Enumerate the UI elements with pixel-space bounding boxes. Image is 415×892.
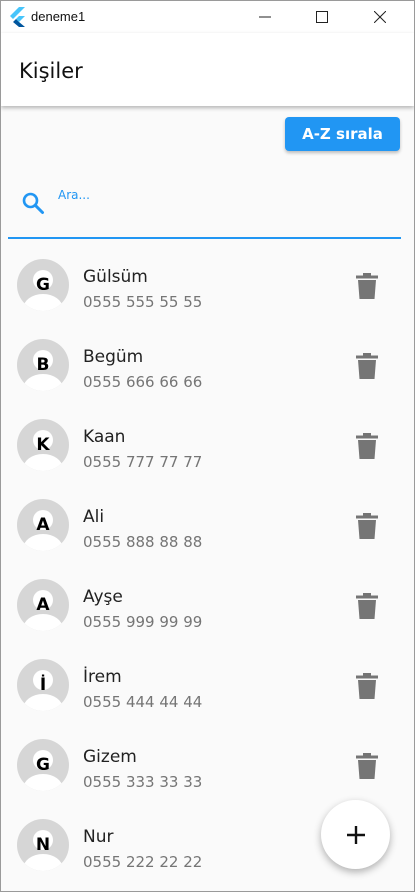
- contact-name: Ayşe: [83, 587, 123, 607]
- avatar-initial: K: [36, 435, 50, 455]
- contact-phone: 0555 333 33 33: [83, 773, 203, 791]
- minimize-icon: [259, 16, 271, 18]
- contact-name: İrem: [83, 667, 122, 687]
- page-title: Kişiler: [19, 59, 83, 83]
- window-title: deneme1: [31, 9, 86, 24]
- contact-phone: 0555 555 55 55: [83, 293, 203, 311]
- avatar-initial: G: [36, 755, 50, 775]
- contact-phone: 0555 777 77 77: [83, 453, 203, 471]
- app-bar: Kişiler: [1, 33, 414, 106]
- contact-name: Begüm: [83, 347, 144, 367]
- search-icon: [22, 192, 44, 214]
- minimize-button[interactable]: [242, 1, 288, 33]
- app-window: deneme1 Kişiler A-Z sırala Ara... G Güls…: [0, 0, 415, 892]
- avatar-initial: N: [35, 835, 51, 855]
- contact-phone: 0555 666 66 66: [83, 373, 203, 391]
- search-field[interactable]: [8, 171, 401, 239]
- list-item[interactable]: G Gülsüm 0555 555 55 55: [1, 253, 414, 333]
- list-item[interactable]: A Ayşe 0555 999 99 99: [1, 573, 414, 653]
- list-item[interactable]: İ İrem 0555 444 44 44: [1, 653, 414, 733]
- avatar: İ: [17, 659, 69, 711]
- contact-name: Kaan: [83, 427, 126, 447]
- search-input[interactable]: [56, 179, 390, 211]
- avatar: N: [17, 819, 69, 871]
- avatar-initial: A: [36, 595, 50, 615]
- avatar-initial: G: [36, 275, 50, 295]
- list-item[interactable]: A Ali 0555 888 88 88: [1, 493, 414, 573]
- delete-icon[interactable]: [355, 753, 379, 779]
- sort-az-button[interactable]: A-Z sırala: [285, 117, 400, 151]
- delete-icon[interactable]: [355, 433, 379, 459]
- delete-icon[interactable]: [355, 513, 379, 539]
- maximize-icon: [316, 11, 328, 23]
- add-contact-button[interactable]: [321, 800, 390, 869]
- plus-icon: [346, 825, 365, 844]
- avatar-initial: B: [36, 355, 50, 375]
- delete-icon[interactable]: [355, 593, 379, 619]
- list-item[interactable]: B Begüm 0555 666 66 66: [1, 333, 414, 413]
- delete-icon[interactable]: [355, 353, 379, 379]
- contact-phone: 0555 888 88 88: [83, 533, 203, 551]
- avatar: A: [17, 499, 69, 551]
- contact-phone: 0555 444 44 44: [83, 693, 203, 711]
- avatar-initial: A: [36, 515, 50, 535]
- avatar: A: [17, 579, 69, 631]
- close-icon: [374, 11, 386, 23]
- close-button[interactable]: [357, 1, 403, 33]
- contact-name: Ali: [83, 507, 105, 527]
- avatar: B: [17, 339, 69, 391]
- avatar-initial: İ: [39, 675, 47, 695]
- contact-phone: 0555 222 22 22: [83, 853, 203, 871]
- window-title-bar: deneme1: [1, 1, 414, 33]
- contact-list: G Gülsüm 0555 555 55 55 B Begüm 0555 666…: [1, 253, 414, 891]
- contact-name: Gizem: [83, 747, 137, 767]
- flutter-logo-icon: [10, 7, 25, 27]
- delete-icon[interactable]: [355, 273, 379, 299]
- avatar: G: [17, 739, 69, 791]
- contact-phone: 0555 999 99 99: [83, 613, 203, 631]
- avatar: G: [17, 259, 69, 311]
- avatar: K: [17, 419, 69, 471]
- contact-name: Nur: [83, 827, 114, 847]
- list-item[interactable]: K Kaan 0555 777 77 77: [1, 413, 414, 493]
- maximize-button[interactable]: [299, 1, 345, 33]
- delete-icon[interactable]: [355, 673, 379, 699]
- contact-name: Gülsüm: [83, 267, 148, 287]
